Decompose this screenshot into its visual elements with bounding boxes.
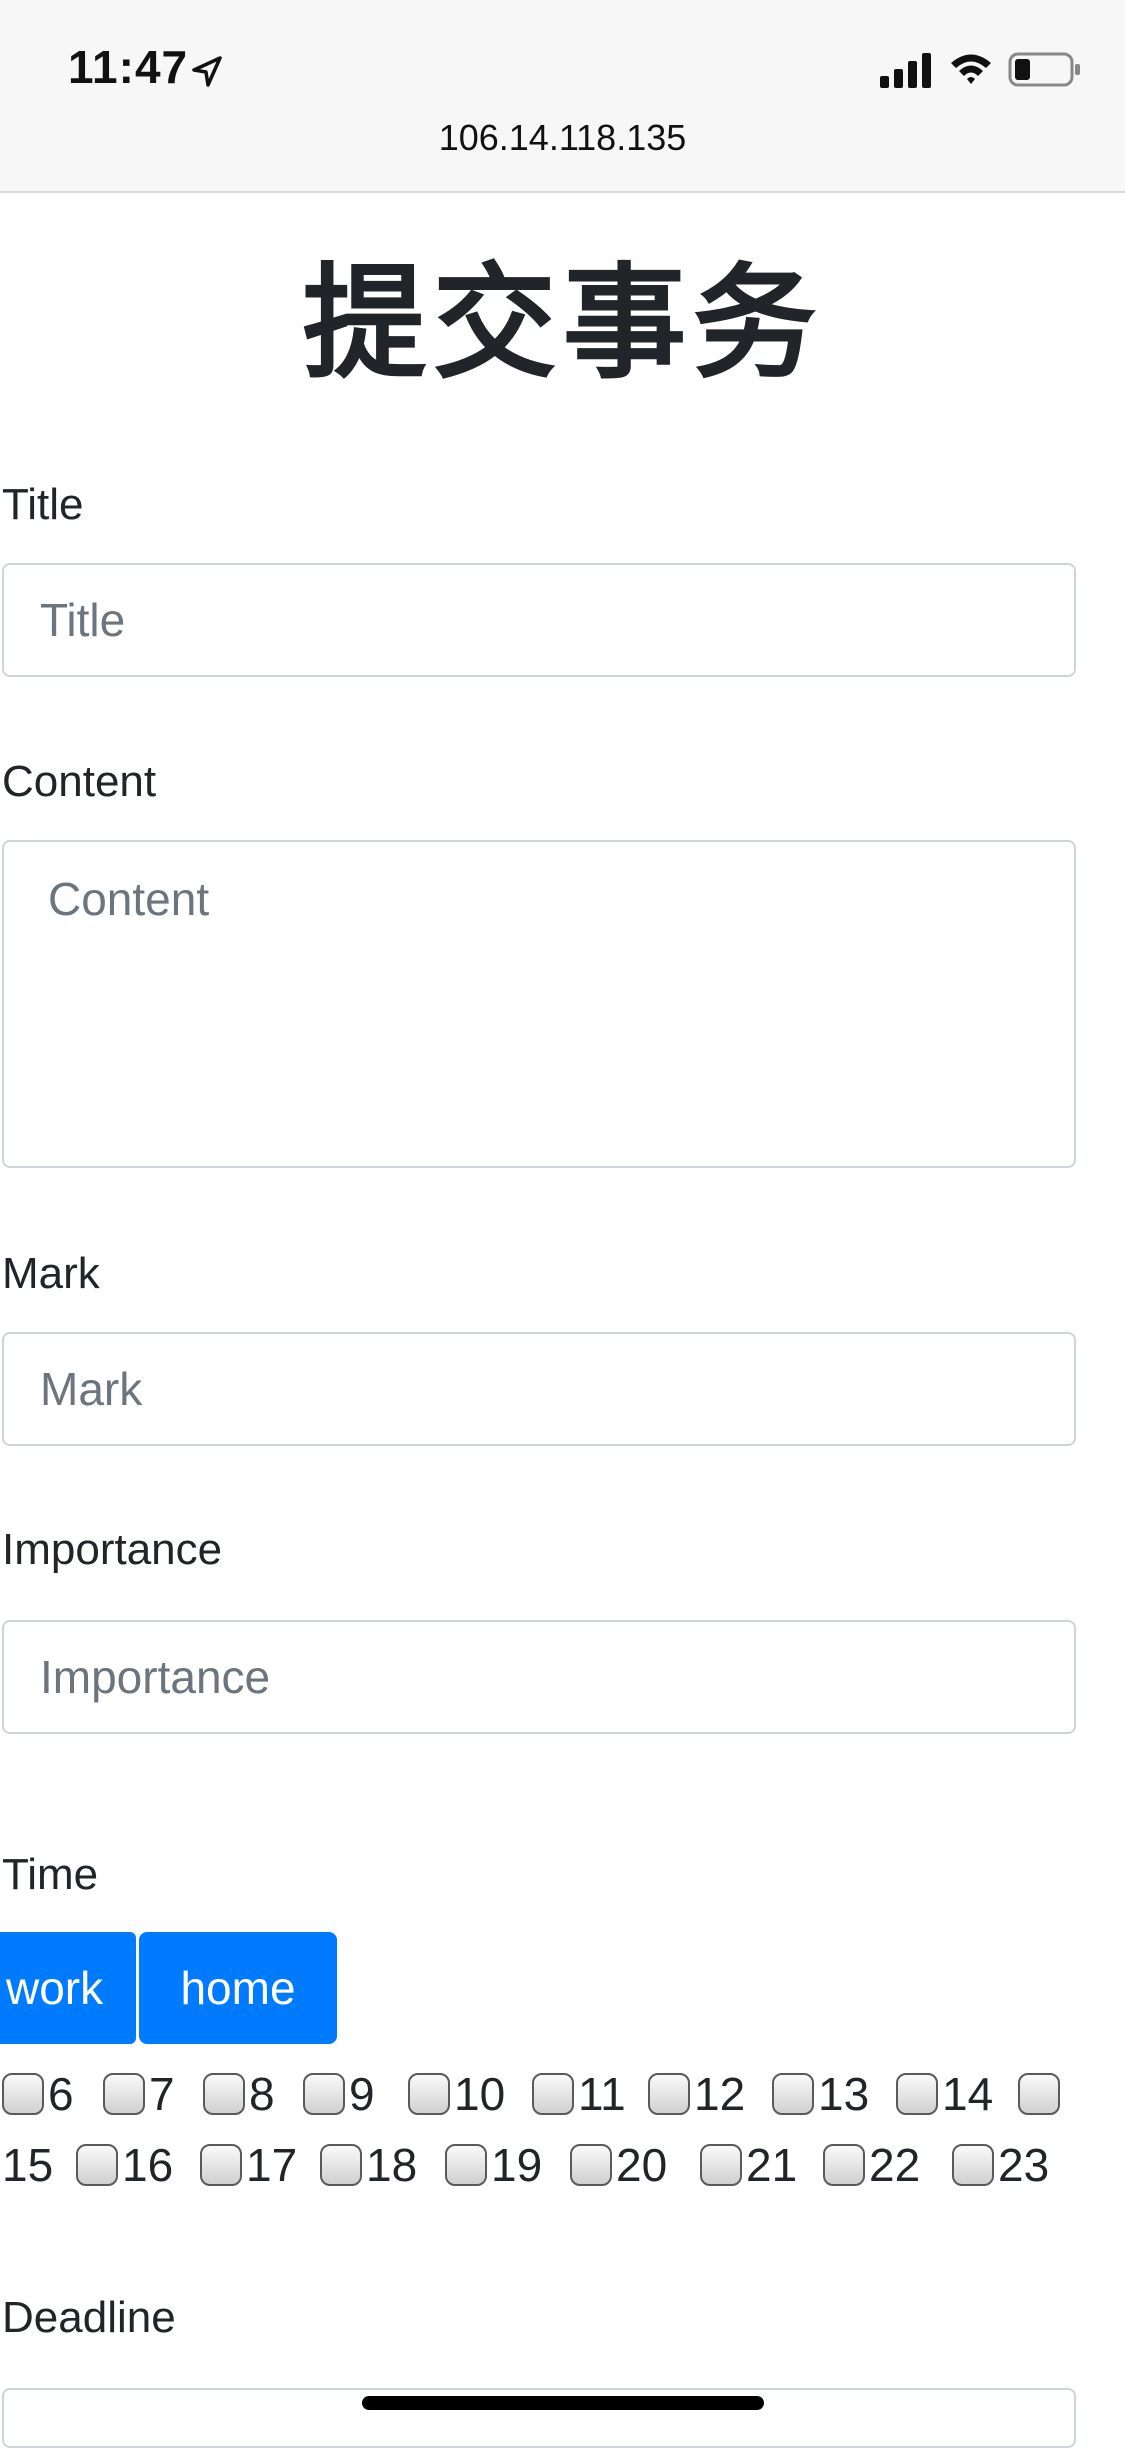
location-arrow-icon xyxy=(192,56,222,87)
importance-label: Importance xyxy=(2,1525,223,1574)
hour-label: 7 xyxy=(149,2068,175,2120)
hour-label: 8 xyxy=(249,2068,275,2120)
deadline-label: Deadline xyxy=(2,2293,176,2342)
hour-label: 20 xyxy=(616,2139,668,2191)
page-title: 提交事务 xyxy=(302,255,823,393)
hour-label: 16 xyxy=(122,2139,174,2191)
hour-checkbox-row-2: 15 16 17 18 19 20 21 22 23 xyxy=(0,2138,1125,2198)
hour-label: 11 xyxy=(578,2068,626,2120)
wifi-icon xyxy=(951,54,991,84)
work-button[interactable]: work xyxy=(0,1932,136,2044)
mark-input[interactable] xyxy=(2,1332,1076,1446)
hour-label: 6 xyxy=(48,2068,74,2120)
status-time: 11:47 xyxy=(68,41,189,93)
browser-top-bar: 11:47 106.14.118.135 xyxy=(0,0,1125,193)
hour-label: 22 xyxy=(869,2139,921,2191)
hour-label: 18 xyxy=(366,2139,418,2191)
hour-label-15: 15 xyxy=(2,2139,54,2191)
importance-input[interactable] xyxy=(2,1620,1076,1734)
home-button[interactable]: home xyxy=(139,1932,337,2044)
content-textarea[interactable] xyxy=(2,840,1076,1168)
hour-label: 12 xyxy=(694,2068,746,2120)
home-indicator xyxy=(362,2396,764,2410)
hour-checkbox-row-1: 6 7 8 9 10 11 12 13 14 xyxy=(0,2067,1125,2127)
content-label: Content xyxy=(2,757,157,806)
time-label: Time xyxy=(2,1850,99,1899)
mark-label: Mark xyxy=(2,1249,100,1298)
title-input[interactable] xyxy=(2,563,1076,677)
title-label: Title xyxy=(2,480,84,529)
hour-label: 14 xyxy=(942,2068,994,2120)
hour-label: 9 xyxy=(349,2068,375,2120)
address-bar-url[interactable]: 106.14.118.135 xyxy=(0,117,1125,159)
hour-label: 17 xyxy=(246,2139,298,2191)
hour-label: 13 xyxy=(818,2068,870,2120)
hour-label: 10 xyxy=(454,2068,506,2120)
hour-label: 21 xyxy=(746,2139,798,2191)
battery-icon xyxy=(1008,52,1080,87)
hour-label: 23 xyxy=(998,2139,1050,2191)
hour-label: 19 xyxy=(491,2139,543,2191)
cellular-signal-icon xyxy=(880,53,931,88)
